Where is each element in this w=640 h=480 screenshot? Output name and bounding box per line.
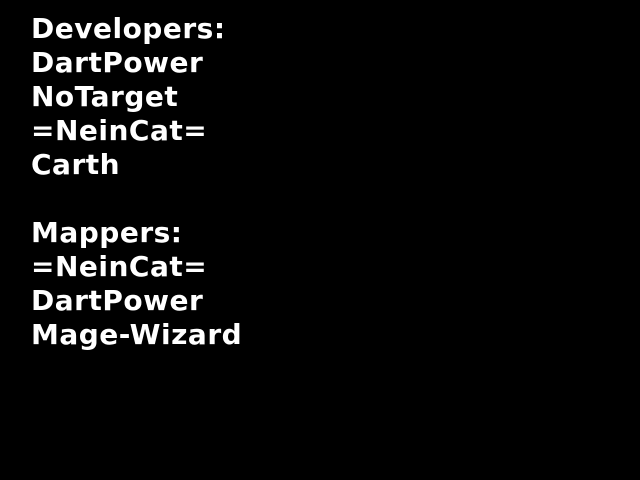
developers-section: Developers: DartPower NoTarget =NeinCat=…	[31, 12, 242, 182]
mapper-name: Mage-Wizard	[31, 318, 243, 351]
developer-name: =NeinCat=	[31, 114, 208, 147]
developers-heading: Developers:	[31, 12, 226, 45]
credits-list: Developers: DartPower NoTarget =NeinCat=…	[31, 12, 242, 352]
developer-name: NoTarget	[31, 80, 179, 113]
developer-name: Carth	[31, 148, 121, 181]
mapper-name: DartPower	[31, 284, 204, 317]
mapper-name: =NeinCat=	[31, 250, 208, 283]
developer-name: DartPower	[31, 46, 204, 79]
mappers-section: Mappers: =NeinCat= DartPower Mage-Wizard	[31, 216, 242, 352]
mappers-heading: Mappers:	[31, 216, 183, 249]
credits-screen: Developers: DartPower NoTarget =NeinCat=…	[0, 0, 640, 480]
